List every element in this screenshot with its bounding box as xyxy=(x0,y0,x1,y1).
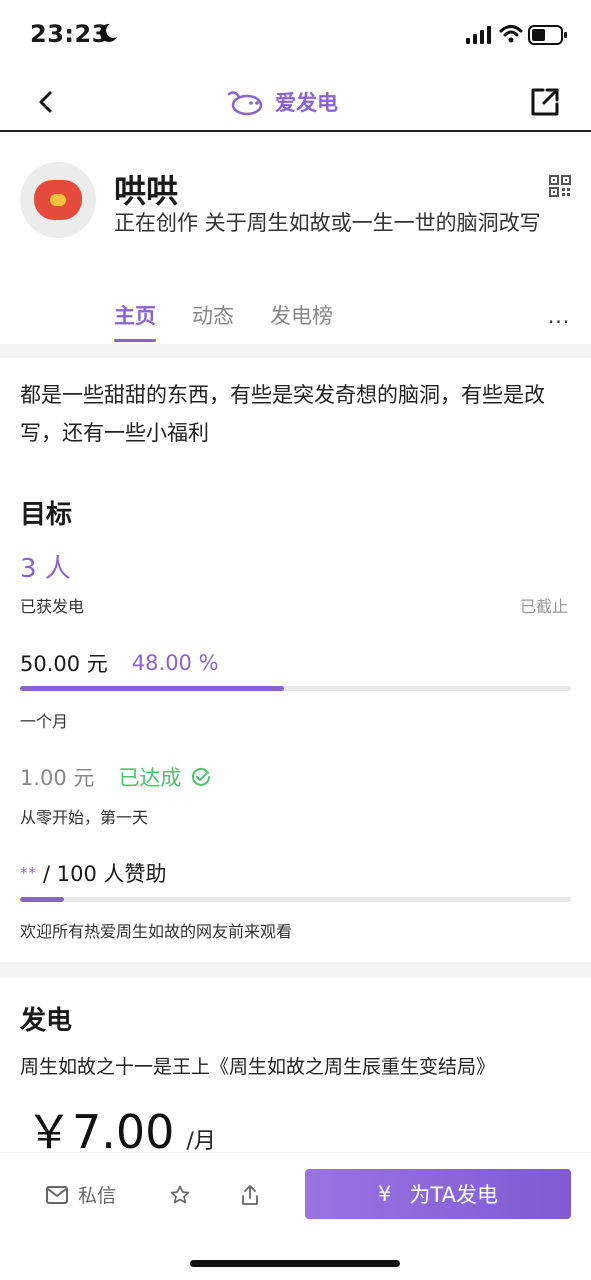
brand-name: 爱发电 xyxy=(275,91,338,115)
section-divider xyxy=(0,344,591,358)
avatar[interactable] xyxy=(20,162,96,238)
sponsor-goal-description: 欢迎所有热爱周生如故的网友前来观看 xyxy=(20,922,293,941)
message-label: 私信 xyxy=(78,1185,117,1207)
wifi-icon xyxy=(499,25,523,43)
support-creator-button[interactable]: ¥ 为TA发电 xyxy=(305,1169,571,1219)
tab-ranking[interactable]: 发电榜 xyxy=(270,300,333,342)
more-button[interactable]: ··· xyxy=(548,310,570,334)
about-text: 都是一些甜甜的东西，有些是突发奇想的脑洞，有些是改写，还有一些小福利 xyxy=(20,383,545,445)
mail-icon xyxy=(46,1185,68,1204)
goals-title: 目标 xyxy=(20,500,73,530)
first-goal-status: 已达成 xyxy=(118,766,182,790)
monthly-goal-description: 一个月 xyxy=(20,712,69,731)
share-button[interactable] xyxy=(527,84,563,120)
afdian-logo-icon xyxy=(227,91,263,116)
cta-label: 为TA发电 xyxy=(409,1183,498,1207)
tier-price-unit: /月 xyxy=(186,1129,216,1154)
star-icon[interactable] xyxy=(170,1185,190,1205)
moon-icon xyxy=(99,23,117,42)
tier-name: 周生如故之十一是王上《周生如故之周生辰重生变结局》 xyxy=(20,1056,496,1078)
home-indicator xyxy=(190,1260,400,1267)
sponsor-goal: ** / 100 人赞助 xyxy=(20,858,167,888)
sponsor-current: ** xyxy=(20,864,37,882)
message-button[interactable]: 私信 xyxy=(46,1181,116,1208)
battery-icon xyxy=(528,25,567,45)
first-goal-achieved: 已达成 xyxy=(118,762,211,792)
brand-logo: 爱发电 xyxy=(225,84,338,120)
bottom-action-bar: 私信 ¥ 为TA发电 xyxy=(0,1152,591,1242)
profile-tabs: 主页 动态 发电榜 xyxy=(114,300,333,342)
supporters-label: 已获发电 xyxy=(20,597,85,616)
supporters-count: 3 人 xyxy=(20,554,71,584)
share-icon[interactable] xyxy=(240,1184,260,1206)
monthly-goal-amount: 50.00 元 xyxy=(20,652,108,676)
first-goal-description: 从零开始，第一天 xyxy=(20,808,149,827)
sponsor-goal-progress xyxy=(20,897,571,902)
monthly-goal: 50.00 元 48.00 % xyxy=(20,648,219,678)
check-circle-icon xyxy=(192,767,211,786)
profile-name: 哄哄 xyxy=(114,172,179,210)
tab-activity[interactable]: 动态 xyxy=(192,300,234,342)
pig-avatar-icon xyxy=(34,180,82,220)
status-bar: 23:23 xyxy=(0,0,591,70)
tab-home[interactable]: 主页 xyxy=(114,300,156,342)
monthly-goal-progress-fill xyxy=(20,686,285,691)
power-title: 发电 xyxy=(20,1006,73,1036)
goal-status: 已截止 xyxy=(520,597,569,616)
profile-header: 哄哄 正在创作 关于周生如故或一生一世的脑洞改写 主页 动态 发电榜 ··· xyxy=(0,134,591,344)
monthly-goal-progress xyxy=(20,686,571,691)
first-goal-amount: 1.00 元 xyxy=(20,766,95,790)
nav-bar: 爱发电 xyxy=(0,70,591,132)
first-goal: 1.00 元 已达成 xyxy=(20,762,211,792)
monthly-goal-percent: 48.00 % xyxy=(131,651,219,675)
cta-currency: ¥ xyxy=(378,1182,392,1206)
back-button[interactable] xyxy=(30,84,66,120)
sponsor-target: / 100 人赞助 xyxy=(43,862,167,886)
profile-description: 正在创作 关于周生如故或一生一世的脑洞改写 xyxy=(114,211,541,235)
signal-icon xyxy=(466,26,491,44)
sponsor-goal-progress-fill xyxy=(20,897,65,902)
qr-code-icon[interactable] xyxy=(548,174,572,198)
section-divider xyxy=(0,962,591,978)
